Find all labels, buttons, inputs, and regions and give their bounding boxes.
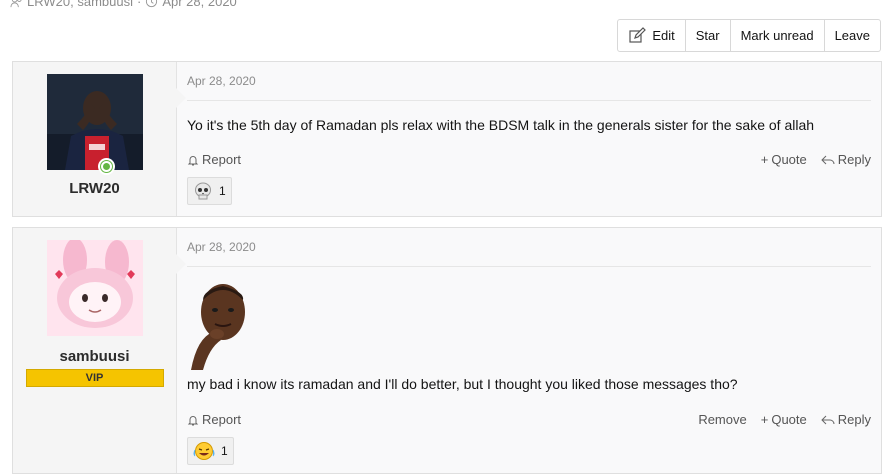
bell-icon bbox=[187, 155, 199, 165]
post-actions: + Quote Reply bbox=[761, 152, 871, 167]
edit-icon bbox=[629, 26, 647, 43]
post-body: my bad i know its ramadan and I'll do be… bbox=[187, 376, 738, 392]
quote-button[interactable]: + Quote bbox=[761, 152, 807, 167]
reply-icon bbox=[821, 155, 835, 164]
reaction-count: 1 bbox=[219, 184, 226, 198]
star-button[interactable]: Star bbox=[684, 20, 730, 51]
bell-icon bbox=[187, 415, 199, 425]
remove-button[interactable]: Remove bbox=[698, 412, 746, 427]
plus-icon: + bbox=[760, 412, 769, 427]
avatar[interactable] bbox=[46, 74, 143, 170]
thread-date: Apr 28, 2020 bbox=[162, 0, 237, 9]
reply-icon bbox=[821, 415, 835, 424]
post-user-info: sambuusi VIP bbox=[13, 228, 177, 473]
username[interactable]: sambuusi bbox=[59, 348, 129, 365]
edit-button[interactable]: Edit bbox=[618, 20, 684, 51]
clock-icon bbox=[146, 0, 158, 8]
users-icon bbox=[10, 0, 22, 8]
post-date[interactable]: Apr 28, 2020 bbox=[187, 74, 256, 88]
skull-emoji-icon bbox=[195, 182, 211, 200]
vip-badge: VIP bbox=[25, 369, 164, 387]
thread-actions: Edit Star Mark unread Leave bbox=[617, 19, 881, 52]
post-content: Apr 28, 2020 my bad i know its ramadan a… bbox=[176, 228, 881, 473]
post-body: Yo it's the 5th day of Ramadan pls relax… bbox=[187, 117, 815, 133]
participants[interactable]: LRW20, sambuusi bbox=[27, 0, 133, 9]
quote-button[interactable]: + Quote bbox=[761, 412, 807, 427]
avatar[interactable] bbox=[46, 240, 143, 336]
username[interactable]: LRW20 bbox=[69, 180, 120, 197]
post-actions: Remove + Quote Reply bbox=[698, 412, 871, 427]
post-user-info: LRW20 bbox=[13, 62, 177, 216]
post-date[interactable]: Apr 28, 2020 bbox=[187, 240, 256, 254]
reply-button[interactable]: Reply bbox=[821, 152, 871, 167]
message-post: LRW20 Apr 28, 2020 Yo it's the 5th day o… bbox=[12, 61, 882, 217]
message-post: sambuusi VIP Apr 28, 2020 my bad i know … bbox=[12, 227, 882, 474]
post-content: Apr 28, 2020 Yo it's the 5th day of Rama… bbox=[176, 62, 881, 216]
mark-unread-button[interactable]: Mark unread bbox=[729, 20, 824, 51]
reaction-count: 1 bbox=[221, 444, 228, 458]
thread-meta: LRW20, sambuusi · Apr 28, 2020 bbox=[10, 0, 237, 9]
reaction-image bbox=[187, 278, 251, 372]
reaction-summary[interactable]: 1 bbox=[187, 177, 232, 205]
report-link[interactable]: Report bbox=[187, 412, 241, 427]
plus-icon: + bbox=[760, 152, 769, 167]
online-status-icon bbox=[98, 158, 115, 175]
laughing-tears-emoji-icon bbox=[193, 442, 215, 460]
reply-button[interactable]: Reply bbox=[821, 412, 871, 427]
report-link[interactable]: Report bbox=[187, 152, 241, 167]
reaction-summary[interactable]: 1 bbox=[187, 437, 234, 465]
leave-button[interactable]: Leave bbox=[823, 20, 880, 51]
